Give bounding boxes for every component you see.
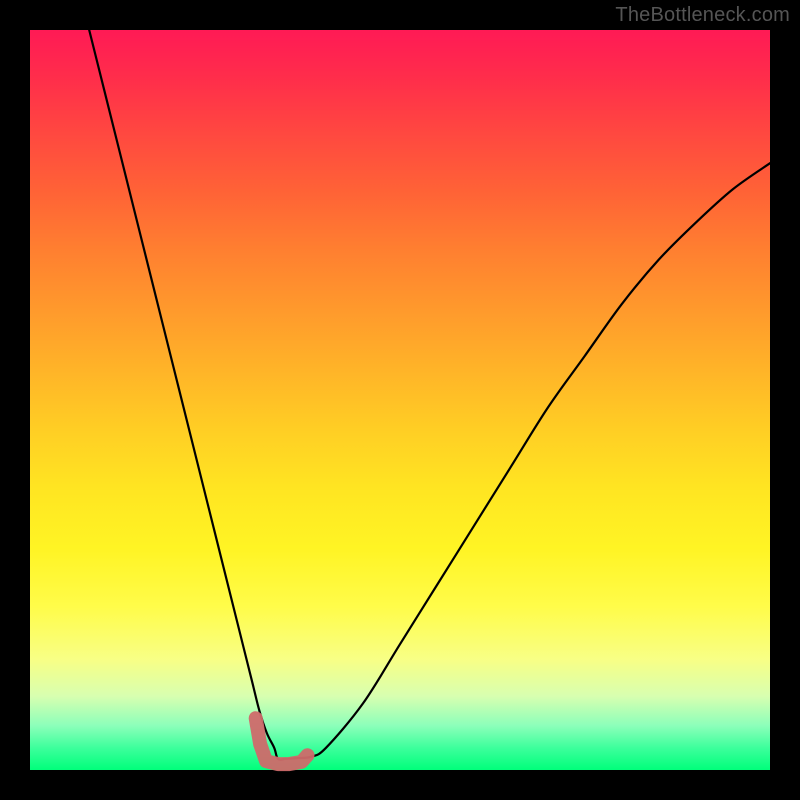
operating-range-marker [256,718,308,764]
watermark-text: TheBottleneck.com [615,4,790,27]
bottleneck-curve-path [89,30,770,760]
chart-plot-area [30,30,770,770]
bottleneck-chart-svg [30,30,770,770]
